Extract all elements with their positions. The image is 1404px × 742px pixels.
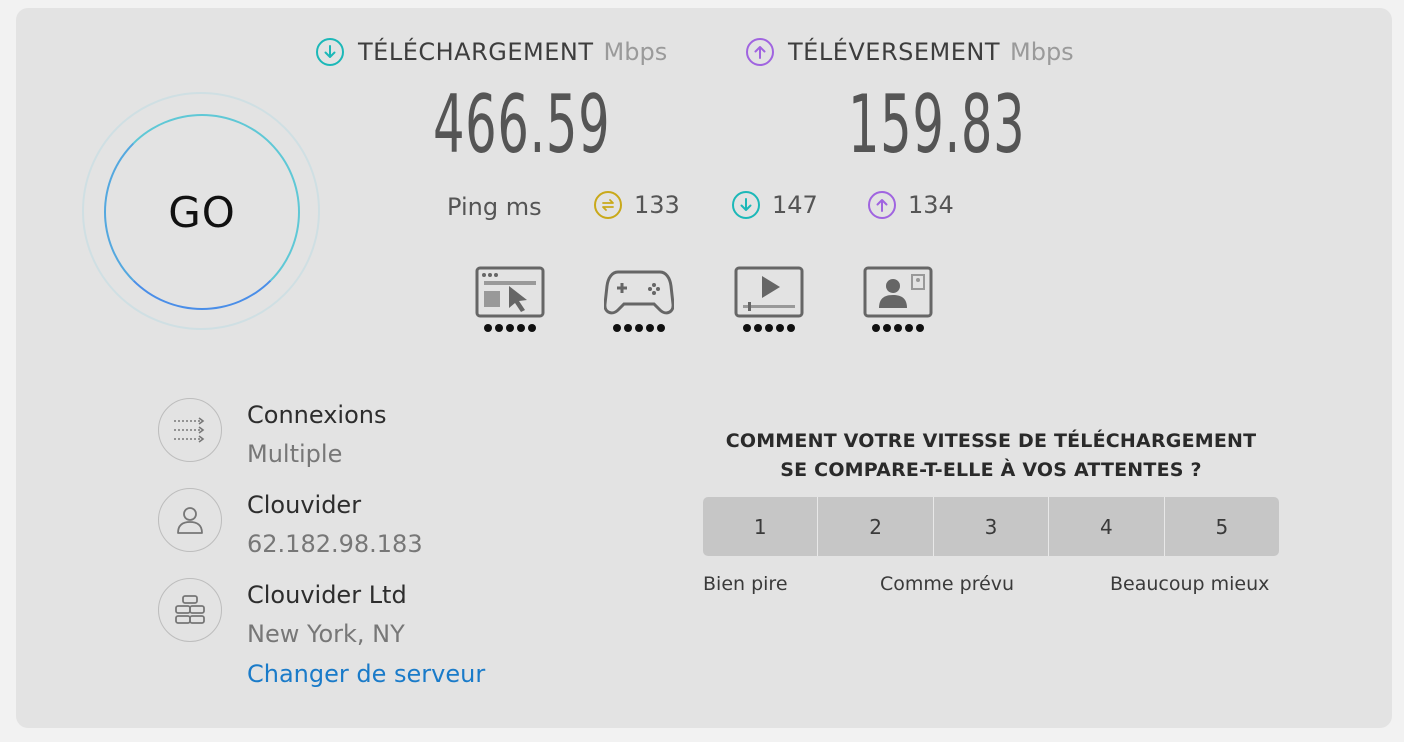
rating-option-2[interactable]: 2 — [818, 497, 934, 556]
connections-icon — [158, 398, 222, 462]
rating-option-3[interactable]: 3 — [933, 497, 1050, 556]
server-name: Clouvider Ltd — [247, 581, 407, 609]
isp-name: Clouvider — [247, 491, 362, 519]
survey-question-line1: COMMENT VOTRE VITESSE DE TÉLÉCHARGEMENT — [725, 430, 1257, 452]
ping-upload: 134 — [868, 191, 954, 219]
survey-question-line2: SE COMPARE-T-ELLE À VOS ATTENTES ? — [780, 459, 1202, 481]
server-icon — [158, 578, 222, 642]
ping-idle: 133 — [594, 191, 680, 219]
download-label: TÉLÉCHARGEMENT — [358, 38, 594, 66]
download-header: TÉLÉCHARGEMENT Mbps — [316, 38, 667, 66]
download-speed-value: 466.59 — [433, 78, 611, 171]
scale-low-label: Bien pire — [703, 573, 788, 595]
rating-option-1[interactable]: 1 — [703, 497, 819, 556]
upload-arrow-icon — [746, 38, 774, 66]
ping-label: Ping ms — [447, 193, 542, 221]
video-call-icon — [863, 266, 933, 318]
ping-upload-value: 134 — [908, 191, 954, 219]
upload-arrow-icon — [868, 191, 896, 219]
rating-option-5[interactable]: 5 — [1164, 497, 1279, 556]
connections-title: Connexions — [247, 401, 387, 429]
upload-header: TÉLÉVERSEMENT Mbps — [746, 38, 1074, 66]
quality-video-call[interactable] — [863, 266, 933, 332]
scale-high-label: Beaucoup mieux — [1110, 573, 1270, 595]
web-browsing-icon — [475, 266, 545, 318]
upload-label: TÉLÉVERSEMENT — [788, 38, 1000, 66]
connections-value: Multiple — [247, 440, 343, 468]
video-streaming-icon — [734, 266, 804, 318]
download-arrow-icon — [316, 38, 344, 66]
video-call-rating — [863, 324, 933, 332]
go-label: GO — [168, 187, 236, 237]
upload-unit: Mbps — [1010, 38, 1074, 66]
upload-speed-value: 159.83 — [848, 78, 1026, 171]
server-location: New York, NY — [247, 620, 405, 648]
download-unit: Mbps — [603, 38, 668, 66]
ping-download-value: 147 — [772, 191, 818, 219]
ping-download: 147 — [732, 191, 818, 219]
web-browsing-rating — [475, 324, 545, 332]
quality-gaming[interactable] — [604, 266, 674, 332]
isp-ip: 62.182.98.183 — [247, 530, 423, 558]
ping-idle-icon — [594, 191, 622, 219]
video-streaming-rating — [734, 324, 804, 332]
rating-scale: 1 2 3 4 5 — [703, 497, 1279, 556]
go-button[interactable]: GO — [104, 114, 300, 310]
gaming-rating — [604, 324, 674, 332]
download-arrow-icon — [732, 191, 760, 219]
quality-web-browsing[interactable] — [475, 266, 545, 332]
ping-idle-value: 133 — [634, 191, 680, 219]
survey-question: COMMENT VOTRE VITESSE DE TÉLÉCHARGEMENT … — [690, 427, 1292, 485]
change-server-link[interactable]: Changer de serveur — [247, 660, 485, 688]
gaming-icon — [604, 270, 674, 315]
rating-option-4[interactable]: 4 — [1049, 497, 1165, 556]
user-icon — [158, 488, 222, 552]
scale-mid-label: Comme prévu — [880, 573, 1015, 595]
quality-video-streaming[interactable] — [734, 266, 804, 332]
